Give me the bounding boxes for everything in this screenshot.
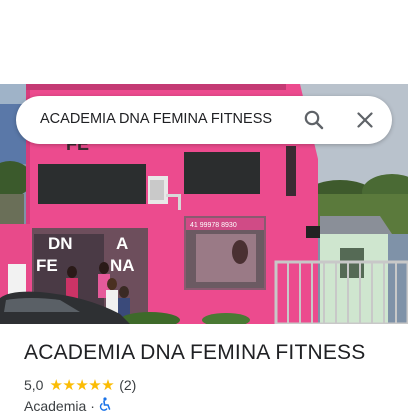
sign-letters-right-2: NA — [110, 256, 135, 275]
star-rating-icon: ★★★★★ — [49, 377, 115, 394]
separator-dot: · — [90, 397, 95, 414]
sign-letters-left-1: DN — [48, 234, 73, 253]
sign-letters-left-2: FE — [36, 256, 58, 275]
top-blank-area — [0, 0, 408, 84]
wheelchair-icon — [99, 397, 112, 414]
close-icon[interactable] — [353, 108, 377, 132]
place-category: Academia — [24, 397, 87, 414]
place-title: ACADEMIA DNA FEMINA FITNESS — [24, 341, 366, 364]
search-bar[interactable]: ACADEMIA DNA FEMINA FITNESS — [16, 96, 392, 144]
rating-value: 5,0 — [24, 377, 44, 393]
search-input[interactable]: ACADEMIA DNA FEMINA FITNESS — [40, 111, 296, 127]
category-row: Academia · — [24, 397, 112, 414]
rating-row[interactable]: 5,0 ★★★★★ (2) — [24, 376, 136, 394]
phone-sign: 41 99978 8930 — [190, 222, 237, 229]
sign-letters-right-1: A — [116, 234, 128, 253]
review-count[interactable]: (2) — [119, 377, 136, 393]
search-icon[interactable] — [302, 108, 326, 132]
